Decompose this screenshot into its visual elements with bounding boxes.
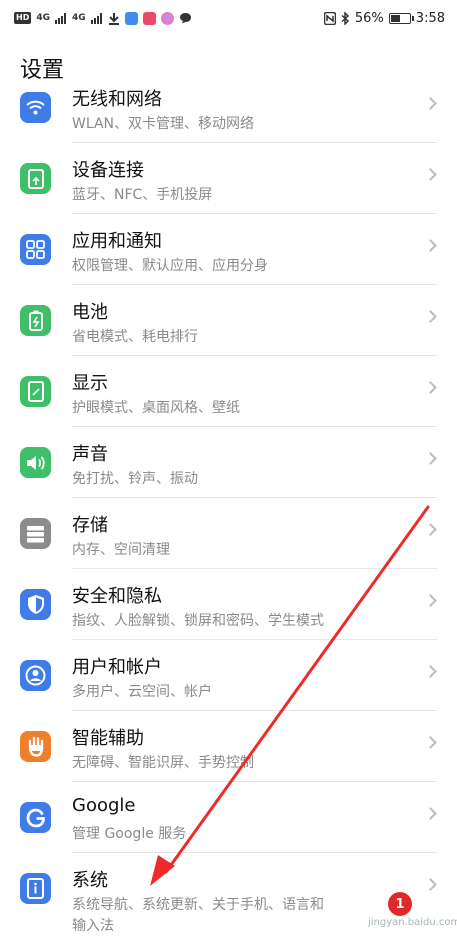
signal-1-icon: 4G (36, 13, 50, 23)
display-icon (20, 376, 51, 407)
item-subtitle: 省电模式、耗电排行 (72, 329, 198, 345)
settings-item-wireless[interactable]: 无线和网络 WLAN、双卡管理、移动网络 (0, 86, 457, 143)
chevron-right-icon (424, 736, 437, 749)
user-icon (20, 660, 51, 691)
battery-percent: 56% (354, 10, 384, 26)
battery-level (390, 14, 401, 22)
chevron-right-icon (424, 310, 437, 323)
item-title: 安全和隐私 (72, 586, 162, 607)
battery-settings-icon (20, 305, 51, 336)
settings-item-display[interactable]: 显示 护眼模式、桌面风格、壁纸 (0, 356, 457, 427)
item-title: 电池 (72, 302, 108, 323)
device-connect-icon (20, 163, 51, 194)
item-title: 设备连接 (72, 160, 144, 181)
settings-item-apps-notifications[interactable]: 应用和通知 权限管理、默认应用、应用分身 (0, 214, 457, 285)
google-icon (20, 802, 51, 833)
item-title: 用户和帐户 (72, 657, 162, 678)
item-subtitle: 管理 Google 服务 (72, 826, 187, 842)
hand-icon (20, 731, 51, 762)
item-subtitle: WLAN、双卡管理、移动网络 (72, 116, 255, 132)
shield-icon (20, 589, 51, 620)
chevron-right-icon (424, 807, 437, 820)
app-notification-icon-2 (142, 11, 156, 25)
item-subtitle: 指纹、人脸解锁、锁屏和密码、学生模式 (72, 613, 324, 629)
settings-item-users-accounts[interactable]: 用户和帐户 多用户、云空间、帐户 (0, 640, 457, 711)
message-icon (179, 13, 191, 24)
system-icon (20, 873, 51, 904)
item-subtitle: 蓝牙、NFC、手机投屏 (72, 187, 213, 203)
hd-indicator: HD (14, 12, 32, 24)
chevron-right-icon (424, 523, 437, 536)
settings-list-content: 无线和网络 WLAN、双卡管理、移动网络 设备连接 蓝牙、NFC、手机投屏 应用… (0, 86, 457, 937)
nfc-icon (323, 11, 336, 25)
sound-icon (20, 447, 51, 478)
settings-item-storage[interactable]: 存储 内存、空间清理 (0, 498, 457, 569)
item-subtitle: 无障碍、智能识屏、手势控制 (72, 755, 254, 771)
settings-item-device-connection[interactable]: 设备连接 蓝牙、NFC、手机投屏 (0, 143, 457, 214)
clock: 3:58 (415, 10, 445, 26)
chevron-right-icon (424, 168, 437, 181)
download-icon (108, 12, 119, 25)
apps-icon (20, 234, 51, 265)
item-title: 无线和网络 (72, 89, 162, 110)
signal-bars-2-icon (90, 12, 102, 24)
chevron-right-icon (424, 665, 437, 678)
app-notification-icon-3 (160, 11, 174, 25)
settings-item-battery[interactable]: 电池 省电模式、耗电排行 (0, 285, 457, 356)
item-subtitle: 护眼模式、桌面风格、壁纸 (72, 400, 240, 416)
item-title: Google (72, 795, 136, 816)
settings-item-smart-assistance[interactable]: 智能辅助 无障碍、智能识屏、手势控制 (0, 711, 457, 782)
item-title: 应用和通知 (72, 231, 162, 252)
item-title: 存储 (72, 515, 108, 536)
battery-icon (388, 12, 414, 24)
bluetooth-icon (341, 11, 349, 25)
page-title: 设置 (20, 58, 65, 83)
storage-icon (20, 518, 51, 549)
item-subtitle-line2: 输入法 (72, 918, 114, 934)
chevron-right-icon (424, 381, 437, 394)
chevron-right-icon (424, 452, 437, 465)
watermark: jingyan.baidu.com (368, 917, 457, 928)
status-bar: HD 4G 4G 56% 3:58 (0, 0, 457, 36)
item-title: 智能辅助 (72, 728, 144, 749)
item-subtitle: 内存、空间清理 (72, 542, 170, 558)
chevron-right-icon (424, 594, 437, 607)
item-subtitle: 权限管理、默认应用、应用分身 (72, 258, 268, 274)
chevron-right-icon (424, 97, 437, 110)
settings-list[interactable]: 无线和网络 WLAN、双卡管理、移动网络 设备连接 蓝牙、NFC、手机投屏 应用… (0, 86, 457, 951)
settings-item-sound[interactable]: 声音 免打扰、铃声、振动 (0, 427, 457, 498)
status-bar-left: HD 4G 4G (14, 11, 192, 25)
update-badge: 1 (388, 892, 412, 916)
item-subtitle: 多用户、云空间、帐户 (72, 684, 212, 700)
signal-bars-1-icon (55, 12, 66, 24)
chevron-right-icon (424, 239, 437, 252)
wifi-icon (20, 92, 51, 123)
item-subtitle: 免打扰、铃声、振动 (72, 471, 198, 487)
signal-2-icon: 4G (72, 13, 86, 23)
item-title: 显示 (72, 373, 108, 394)
settings-item-google[interactable]: Google 管理 Google 服务 (0, 782, 457, 853)
settings-item-security-privacy[interactable]: 安全和隐私 指纹、人脸解锁、锁屏和密码、学生模式 (0, 569, 457, 640)
item-subtitle: 系统导航、系统更新、关于手机、语言和 (72, 897, 324, 913)
app-notification-icon-1 (124, 11, 138, 25)
item-title: 系统 (72, 870, 108, 891)
chevron-right-icon (424, 878, 437, 891)
item-title: 声音 (72, 444, 108, 465)
status-bar-right: 56% 3:58 (323, 10, 445, 26)
